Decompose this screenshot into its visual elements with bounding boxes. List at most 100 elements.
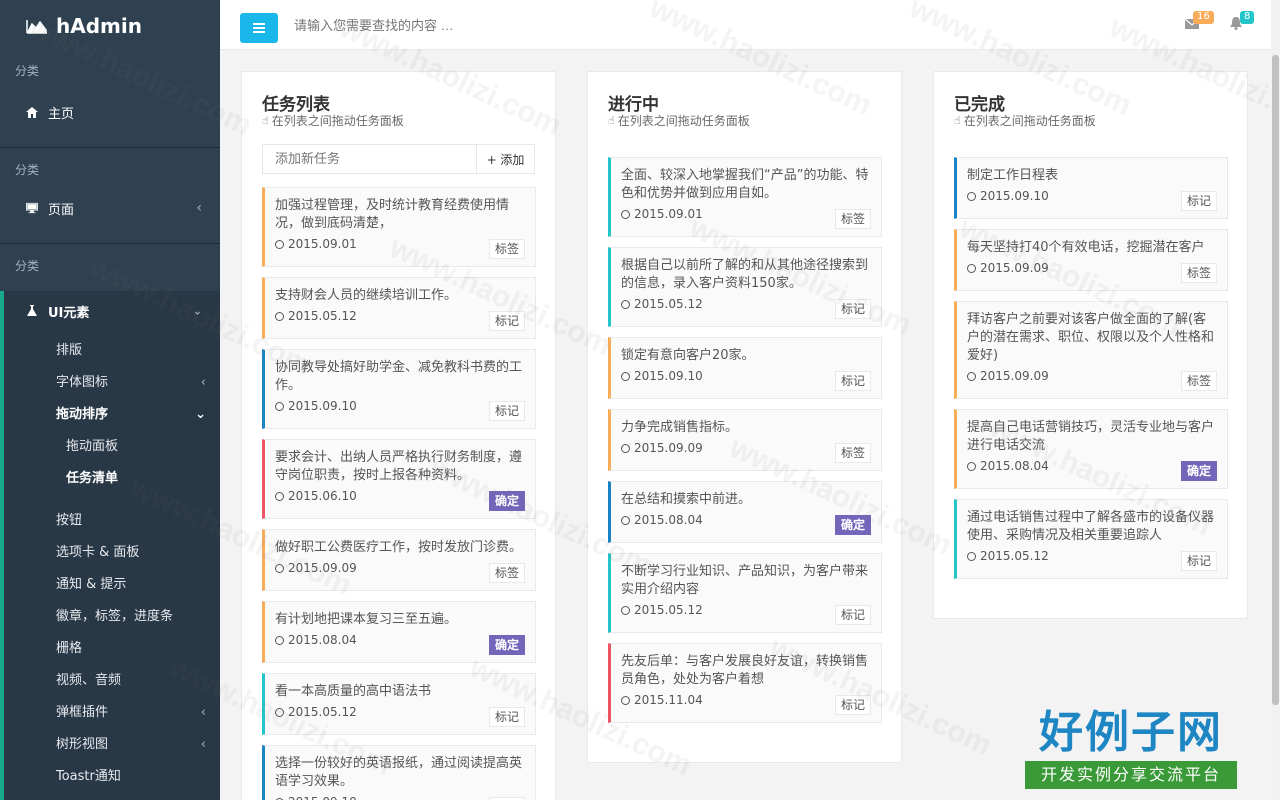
nav-sub-task-list[interactable]: 任务清单: [4, 463, 220, 495]
task-card[interactable]: 有计划地把课本复习三至五遍。 2015.08.04 确定: [262, 601, 536, 663]
task-tag[interactable]: 标记: [1180, 191, 1217, 211]
nav-sub-buttons[interactable]: 按钮: [4, 505, 220, 537]
nav-sub-label: 拖动面板: [66, 439, 119, 454]
task-card[interactable]: 提高自己电话营销技巧，灵活专业地与客户进行电话交流 2015.08.04 确定: [954, 409, 1228, 489]
task-card[interactable]: 拜访客户之前要对该客户做全面的了解(客户的潜在需求、职位、权限以及个人性格和爱好…: [954, 301, 1228, 399]
task-date-text: 2015.09.09: [980, 261, 1049, 275]
clock-icon: [621, 371, 630, 381]
new-task-input[interactable]: [262, 144, 477, 174]
nav-pages[interactable]: 页面 ‹: [0, 188, 220, 228]
task-card[interactable]: 支持财会人员的继续培训工作。 2015.05.12 标记: [262, 277, 536, 339]
nav-sub-label: 选项卡 & 面板: [56, 545, 140, 560]
clock-icon: [275, 707, 284, 717]
task-card[interactable]: 要求会计、出纳人员严格执行财务制度，遵守岗位职责，按时上报各种资料。 2015.0…: [262, 439, 536, 519]
task-card[interactable]: 通过电话销售过程中了解各盛市的设备仪器使用、采购情况及相关重要追踪人 2015.0…: [954, 499, 1228, 579]
nav-sub-label: 按钮: [56, 513, 83, 528]
task-card[interactable]: 加强过程管理，及时统计教育经费使用情况，做到底码清楚， 2015.09.01 标签: [262, 187, 536, 267]
task-tag[interactable]: 标记: [834, 695, 871, 715]
task-tag[interactable]: 标记: [488, 401, 525, 421]
menu-toggle-button[interactable]: [240, 13, 278, 43]
task-date: 2015.09.10: [275, 795, 525, 800]
task-tag[interactable]: 确定: [488, 635, 525, 655]
task-date-text: 2015.11.04: [634, 693, 703, 707]
task-card[interactable]: 全面、较深入地掌握我们“产品”的功能、特色和优势并做到应用自如。 2015.09.…: [608, 157, 882, 237]
task-text: 全面、较深入地掌握我们“产品”的功能、特色和优势并做到应用自如。: [621, 168, 869, 201]
task-date-text: 2015.09.09: [288, 561, 357, 575]
task-tag[interactable]: 标签: [1180, 371, 1217, 391]
task-tag[interactable]: 标签: [834, 443, 871, 463]
nav-sub-notifications[interactable]: 通知 & 提示: [4, 569, 220, 601]
task-card[interactable]: 协同教导处搞好助学金、减免教科书费的工作。 2015.09.10 标记: [262, 349, 536, 429]
task-card[interactable]: 做好职工公费医疗工作，按时发放门诊费。 2015.09.09 标签: [262, 529, 536, 591]
task-card[interactable]: 看一本高质量的高中语法书 2015.05.12 标记: [262, 673, 536, 735]
clock-icon: [275, 239, 284, 249]
column-hint: ☝ 在列表之间拖动任务面板: [588, 114, 901, 140]
menu-icon: [253, 23, 265, 33]
task-tag[interactable]: 确定: [488, 491, 525, 511]
clock-icon: [967, 191, 976, 201]
nav-sub-badges[interactable]: 徽章，标签，进度条: [4, 601, 220, 633]
column-hint-text: 在列表之间拖动任务面板: [617, 114, 750, 128]
task-card[interactable]: 力争完成销售指标。 2015.09.09 标签: [608, 409, 882, 471]
task-card[interactable]: 每天坚持打40个有效电话，挖掘潜在客户 2015.09.09 标签: [954, 229, 1228, 291]
section-label: 分类: [15, 259, 40, 273]
section-label: 分类: [15, 163, 40, 177]
nav-sub-toastr[interactable]: Toastr通知: [4, 761, 220, 793]
nav-sub-drag-sort[interactable]: 拖动排序 ⌄: [4, 399, 220, 431]
column-hint: ☝ 在列表之间拖动任务面板: [242, 114, 555, 140]
task-date: 2015.09.09: [275, 561, 525, 575]
mail-count-badge: 16: [1193, 11, 1214, 24]
add-task-button[interactable]: + 添加: [477, 144, 535, 174]
task-tag[interactable]: 标记: [834, 605, 871, 625]
clock-icon: [967, 371, 976, 381]
column-hint-text: 在列表之间拖动任务面板: [271, 114, 404, 128]
task-tag[interactable]: 标记: [488, 311, 525, 331]
nav-sub-label: 排版: [56, 343, 83, 358]
nav-sub-icons[interactable]: 字体图标 ‹: [4, 367, 220, 399]
nav-sub-media[interactable]: 视频、音频: [4, 665, 220, 697]
task-card[interactable]: 制定工作日程表 2015.09.10 标记: [954, 157, 1228, 219]
nav-sub-tabs-panels[interactable]: 选项卡 & 面板: [4, 537, 220, 569]
task-tag[interactable]: 标签: [1180, 263, 1217, 283]
column-title: 任务列表: [262, 95, 330, 115]
task-tag[interactable]: 确定: [834, 515, 871, 535]
nav-home[interactable]: 主页: [0, 92, 220, 132]
nav-sub-label: Toastr通知: [56, 769, 121, 784]
task-card[interactable]: 不断学习行业知识、产品知识，为客户带来实用介绍内容 2015.05.12 标记: [608, 553, 882, 633]
task-tag[interactable]: 确定: [1180, 461, 1217, 481]
desktop-icon: [26, 202, 38, 214]
chevron-left-icon: ‹: [200, 375, 206, 390]
task-date: 2015.11.04: [621, 693, 871, 707]
task-date-text: 2015.05.12: [634, 297, 703, 311]
task-card[interactable]: 锁定有意向客户20家。 2015.09.10 标记: [608, 337, 882, 399]
scrollbar-thumb[interactable]: [1272, 55, 1279, 705]
column-title: 进行中: [608, 95, 659, 115]
task-card[interactable]: 在总结和摸索中前进。 2015.08.04 确定: [608, 481, 882, 543]
nav-sub-label: 视频、音频: [56, 673, 122, 688]
column-title: 已完成: [954, 95, 1005, 115]
task-tag[interactable]: 标签: [834, 209, 871, 229]
nav-ui-elements[interactable]: UI元素 ⌄: [4, 291, 220, 331]
task-tag[interactable]: 标签: [488, 563, 525, 583]
task-text: 看一本高质量的高中语法书: [275, 684, 432, 699]
brand[interactable]: hAdmin: [0, 0, 220, 52]
area-chart-icon: [26, 20, 47, 34]
nav-sub-grid[interactable]: 栅格: [4, 633, 220, 665]
task-card[interactable]: 先友后单：与客户发展良好友谊，转换销售员角色，处处为客户着想 2015.11.04…: [608, 643, 882, 723]
nav-sub-typography[interactable]: 排版: [4, 335, 220, 367]
search-input[interactable]: [294, 14, 694, 36]
task-card[interactable]: 根据自己以前所了解的和从其他途径搜索到的信息，录入客户资料150家。 2015.0…: [608, 247, 882, 327]
task-tag[interactable]: 标记: [834, 299, 871, 319]
task-tag[interactable]: 标记: [488, 707, 525, 727]
task-tag[interactable]: 标签: [488, 239, 525, 259]
nav-sub-tree[interactable]: 树形视图 ‹: [4, 729, 220, 761]
nav-sub-label: 弹框插件: [56, 705, 109, 720]
clock-icon: [967, 461, 976, 471]
nav-sub-drag-panel[interactable]: 拖动面板: [4, 431, 220, 463]
clock-icon: [275, 311, 284, 321]
task-tag[interactable]: 标记: [834, 371, 871, 391]
task-tag[interactable]: 标记: [1180, 551, 1217, 571]
page-scrollbar[interactable]: [1271, 0, 1280, 800]
nav-sub-modal[interactable]: 弹框插件 ‹: [4, 697, 220, 729]
task-card[interactable]: 选择一份较好的英语报纸，通过阅读提高英语学习效果。2015.09.10标记: [262, 745, 536, 800]
